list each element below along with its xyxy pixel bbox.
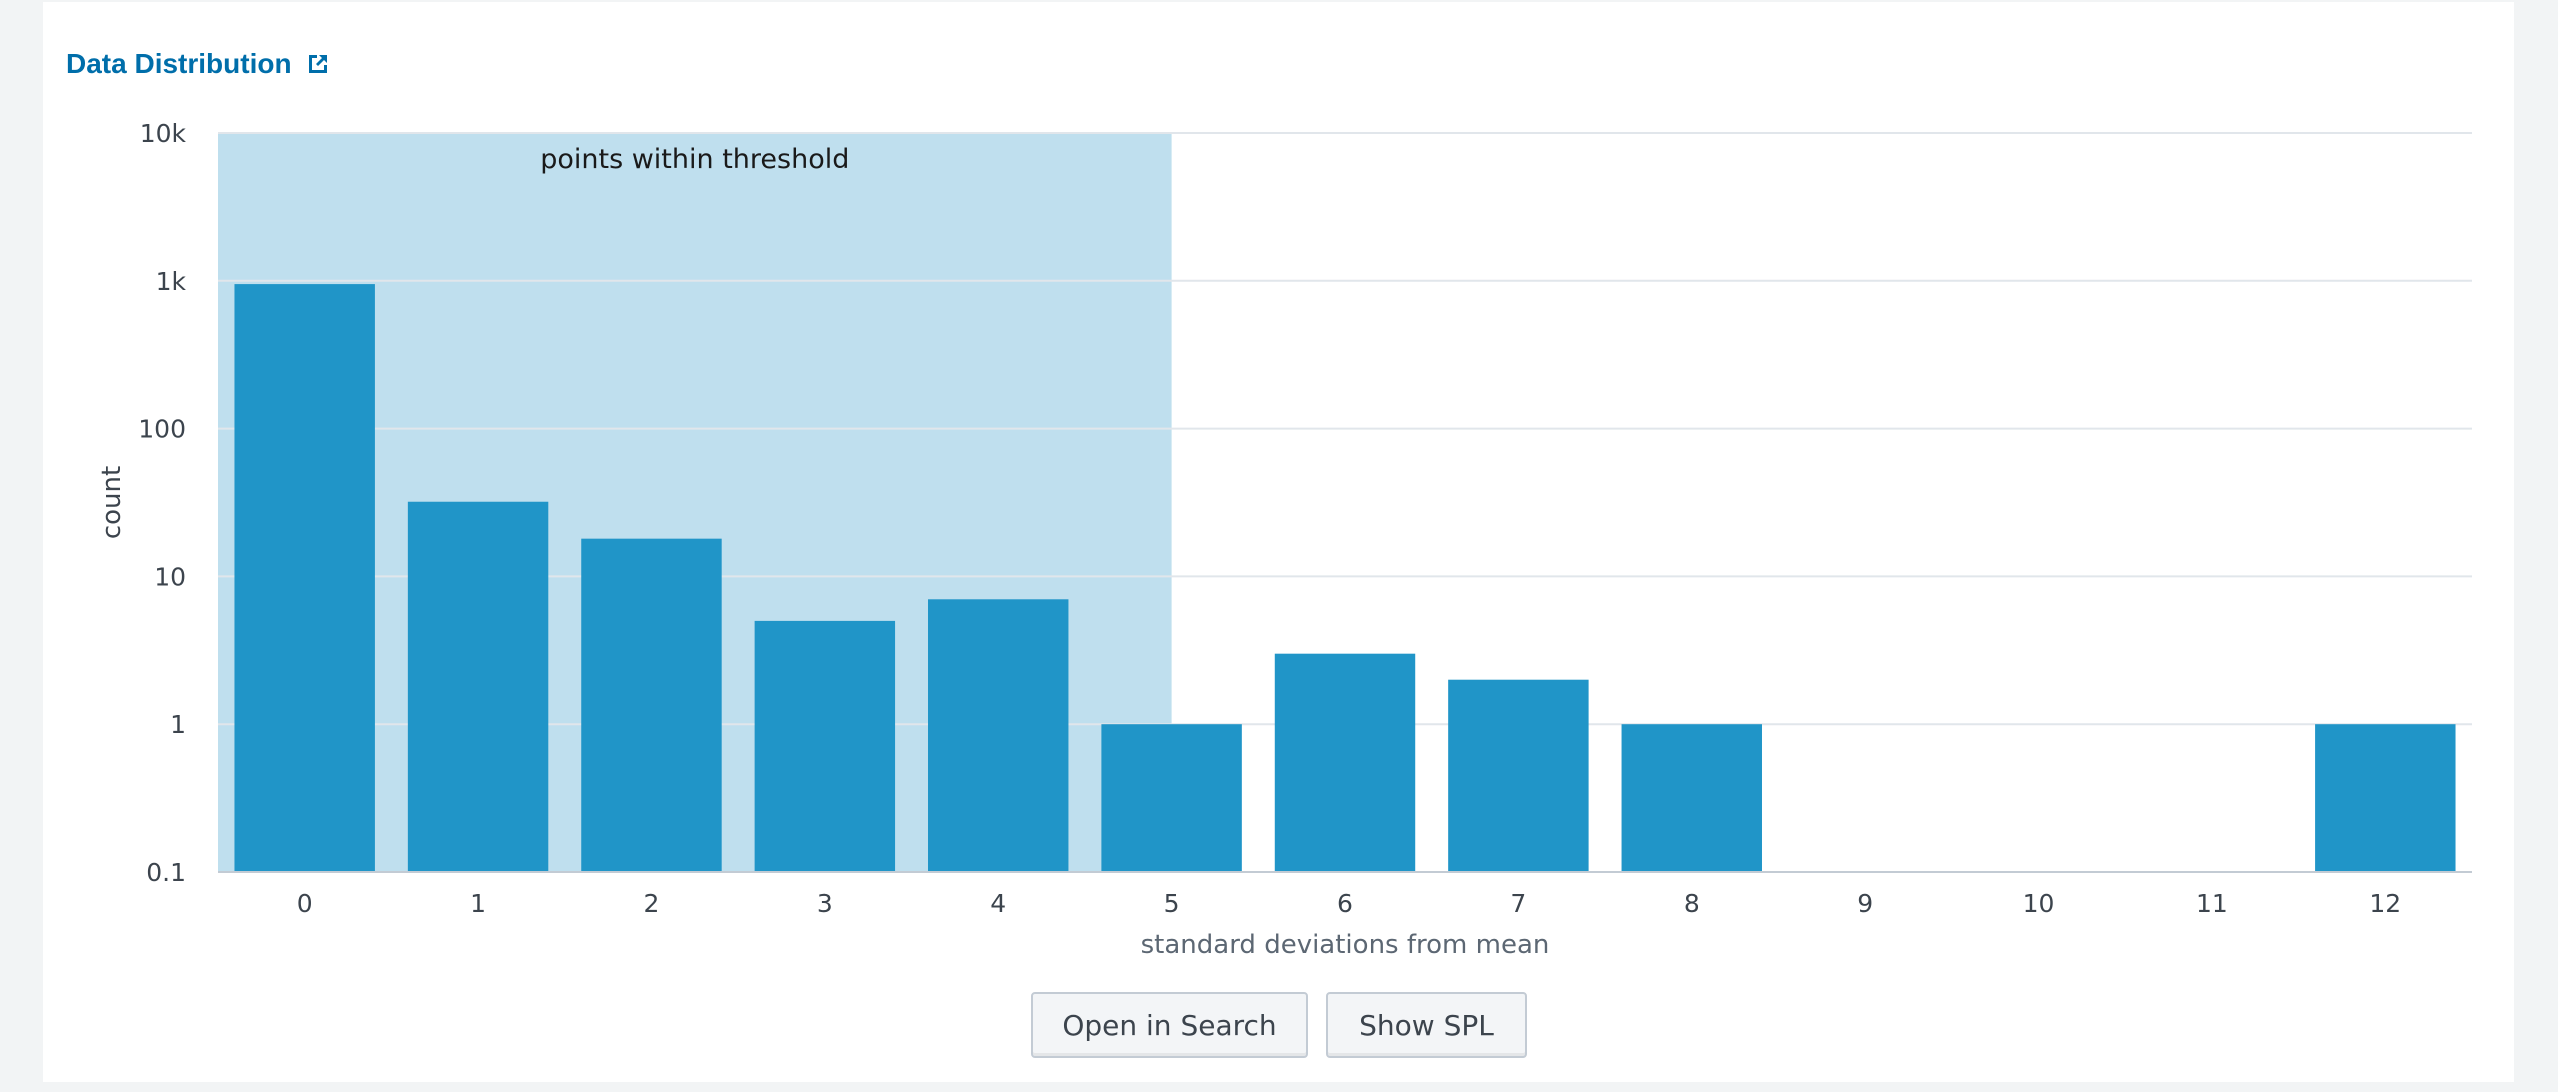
x-tick-label: 9 — [1857, 889, 1873, 918]
y-tick-label: 10k — [140, 119, 187, 148]
show-spl-label: Show SPL — [1359, 1008, 1494, 1042]
x-tick-label: 0 — [297, 889, 313, 918]
threshold-label: points within threshold — [540, 144, 849, 175]
x-tick-label: 7 — [1510, 889, 1526, 918]
y-tick-label: 1 — [170, 710, 186, 739]
bar-5[interactable] — [1101, 724, 1242, 872]
x-tick-label: 6 — [1337, 889, 1353, 918]
open-in-search-button[interactable]: Open in Search — [1031, 992, 1308, 1058]
x-tick-label: 5 — [1164, 889, 1180, 918]
show-spl-button[interactable]: Show SPL — [1326, 992, 1527, 1058]
y-tick-label: 100 — [138, 415, 186, 444]
x-tick-label: 2 — [644, 889, 660, 918]
x-tick-label: 10 — [2023, 889, 2055, 918]
x-tick-label: 11 — [2196, 889, 2228, 918]
chart: points within threshold 0.11101001k10k 0… — [97, 119, 2472, 960]
x-tick-label: 12 — [2369, 889, 2401, 918]
bar-2[interactable] — [581, 538, 722, 872]
open-in-search-label: Open in Search — [1062, 1008, 1277, 1042]
y-axis-title: count — [97, 466, 127, 539]
x-tick-labels: 0 1 2 3 4 5 6 7 8 9 10 11 12 — [297, 889, 2401, 918]
bar-8[interactable] — [1621, 724, 1762, 872]
y-tick-labels: 0.1 1 10 100 1k 10k — [138, 119, 186, 887]
y-tick-label: 1k — [156, 267, 187, 296]
x-tick-label: 8 — [1684, 889, 1700, 918]
bar-4[interactable] — [928, 599, 1069, 872]
x-axis-title: standard deviations from mean — [1141, 930, 1550, 960]
x-tick-label: 3 — [817, 889, 833, 918]
bar-1[interactable] — [407, 501, 549, 872]
x-tick-label: 4 — [990, 889, 1006, 918]
bar-0[interactable] — [234, 284, 375, 873]
bar-12[interactable] — [2315, 724, 2456, 872]
y-tick-label: 10 — [154, 562, 186, 591]
bar-3[interactable] — [754, 620, 896, 872]
bar-6[interactable] — [1274, 653, 1416, 872]
bar-7[interactable] — [1448, 679, 1589, 872]
y-tick-label: 0.1 — [146, 858, 186, 887]
x-tick-label: 1 — [470, 889, 486, 918]
